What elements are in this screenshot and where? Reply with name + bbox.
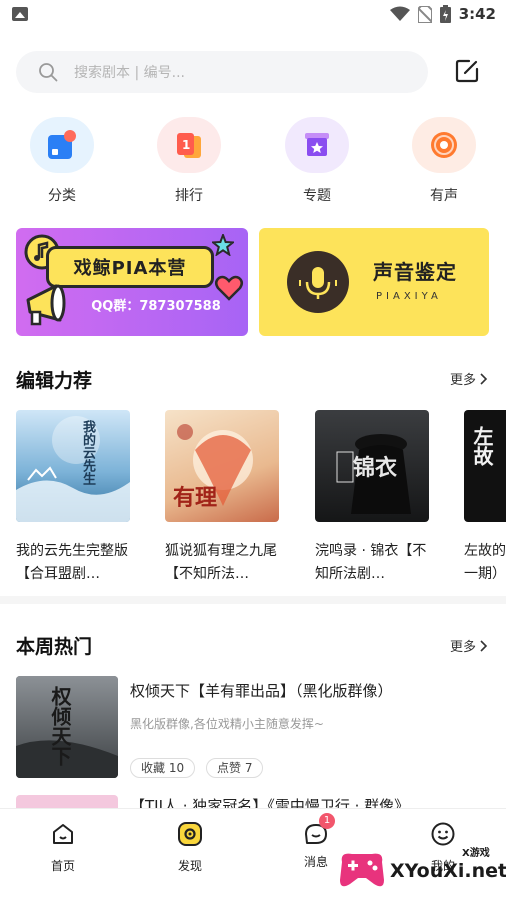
section-title-editor-picks: 编辑力荐 [16,370,93,392]
banner-pia-camp[interactable]: 戏鲸PIA本营 QQ群：787307588 [16,228,248,336]
search-icon [39,63,58,82]
card-title: 浣鸣录 · 锦衣【不知所法剧… [315,543,427,582]
card-title: 狐说狐有理之九尾【不知所法… [165,543,277,582]
star-icon [212,234,234,256]
category-label: 排行 [175,188,203,204]
site-watermark: X游戏 XYouXi.net [336,836,506,894]
category-icon [30,117,94,173]
megaphone-icon [26,284,66,326]
chevron-right-icon [480,639,488,652]
nav-label: 发现 [177,859,202,873]
editor-pick-card[interactable]: 我的云先生 我的云先生完整版【合耳盟剧… [16,410,130,588]
cover-title: 权倾天下 [48,686,72,766]
search-input[interactable]: 搜索剧本 | 编号... [16,51,428,93]
discover-icon [178,822,202,846]
status-bar: 3:42 [0,0,506,28]
topic-icon [285,117,349,173]
nav-home[interactable]: 首页 [33,821,93,874]
cover-title: 有理 [173,486,218,511]
chevron-right-icon [480,372,488,385]
category-button-audio[interactable]: 有声 [409,117,479,205]
category-button-rank[interactable]: 1 排行 [154,117,224,205]
search-placeholder: 搜索剧本 | 编号... [74,65,185,81]
section-divider [0,596,506,604]
banner-right-title: 声音鉴定 [373,260,457,284]
more-label: 更多 [450,640,477,655]
editor-pick-card[interactable]: 有理 狐说狐有理之九尾【不知所法… [165,410,279,588]
status-time: 3:42 [458,5,496,23]
nav-discover[interactable]: 发现 [160,821,220,874]
message-badge: 1 [319,813,335,829]
message-icon-wrap: 1 [303,813,335,847]
watermark-small-text: X游戏 [462,848,490,859]
status-right: 3:42 [389,4,496,24]
cover-image: 我的云先生 [16,410,130,522]
category-label: 专题 [303,188,331,204]
category-button-classify[interactable]: 分类 [27,117,97,205]
banner-voice-identify[interactable]: 声音鉴定 PIAXIYA [259,228,489,336]
rank-icon: 1 [157,117,221,173]
gamepad-logo-icon [340,853,384,887]
cover-title: 左故 [470,426,494,466]
category-button-topic[interactable]: 专题 [282,117,352,205]
collect-count-tag: 收藏 10 [130,758,196,778]
section-title-weekly-hot: 本周热门 [16,636,93,658]
cover-title: 我的云先生 [80,420,95,485]
audio-icon [412,117,476,173]
banner-right-subtitle: PIAXIYA [376,291,442,302]
no-sim-icon [417,5,432,23]
editor-picks-more-button[interactable]: 更多 [450,369,488,388]
hot-item-title: 【TJI人 · 独家冠名】《雷中慢卫行 · 群像》 [130,797,410,809]
battery-icon [439,5,451,23]
edit-icon[interactable] [453,57,481,85]
hot-list-item[interactable]: 【TJI人 · 独家冠名】《雷中慢卫行 · 群像》 [16,795,496,809]
hot-list-item[interactable]: 权倾天下 权倾天下【羊有罪出品】（黑化版群像） 黑化版群像,各位戏精小主随意发挥… [16,676,496,778]
editor-pick-card[interactable]: 锦衣 浣鸣录 · 锦衣【不知所法剧… [315,410,429,588]
cover-image [16,795,118,809]
wifi-icon [389,6,410,21]
cover-title: 锦衣 [353,456,398,481]
card-title: 左故的一期） [464,543,506,582]
category-label: 有声 [430,188,458,204]
cover-image: 锦衣 [315,410,429,522]
editor-pick-card[interactable]: 左故 左故的一期） [464,410,506,588]
gallery-notification-icon [12,7,28,21]
banner-left-qq: QQ群：787307588 [91,299,221,314]
microphone-icon [287,251,349,313]
nav-label: 首页 [50,859,75,873]
home-icon [53,824,73,844]
cover-image: 左故 [464,410,506,522]
cover-image: 有理 [165,410,279,522]
category-label: 分类 [48,188,76,204]
hot-item-desc: 黑化版群像,各位戏精小主随意发挥~ [130,717,324,731]
svg-text:1: 1 [182,138,190,152]
hot-item-title: 权倾天下【羊有罪出品】（黑化版群像） [130,682,393,700]
more-label: 更多 [450,373,477,388]
cover-image: 权倾天下 [16,676,118,778]
watermark-text: XYouXi.net [390,860,506,882]
like-count-tag: 点赞 7 [206,758,264,778]
weekly-hot-more-button[interactable]: 更多 [450,636,488,655]
card-title: 我的云先生完整版【合耳盟剧… [16,543,128,582]
